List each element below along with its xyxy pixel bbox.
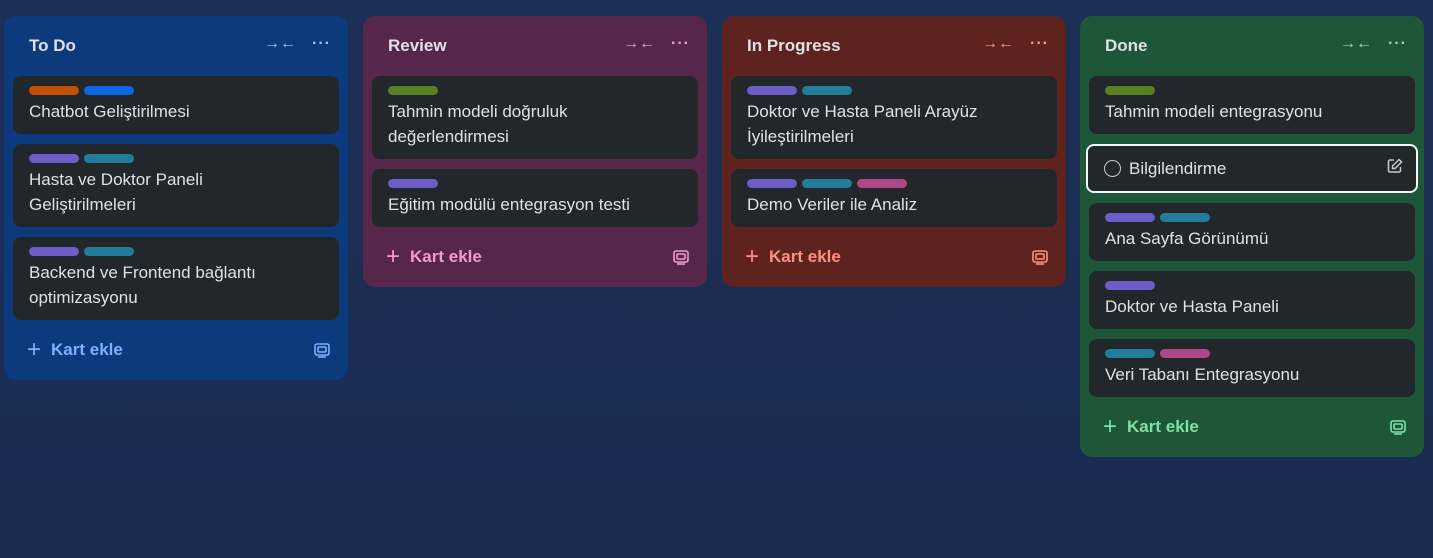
card-title: Ana Sayfa Görünümü bbox=[1105, 229, 1269, 248]
label-purple[interactable] bbox=[29, 247, 79, 256]
plus-icon: + bbox=[745, 243, 760, 270]
card-title: Doktor ve Hasta Paneli Arayüz İyileştiri… bbox=[747, 102, 978, 146]
card[interactable]: Veri Tabanı Entegrasyonu bbox=[1089, 339, 1415, 397]
card-title: Bilgilendirme bbox=[1129, 159, 1227, 178]
card-template-icon[interactable] bbox=[1031, 248, 1049, 266]
list-todo: To Do →← ··· Chatbot Geliştirilmesi Hast… bbox=[4, 16, 348, 380]
card-selected[interactable]: Bilgilendirme bbox=[1086, 144, 1418, 193]
card-template-icon[interactable] bbox=[1389, 418, 1407, 436]
add-card-label: Kart ekle bbox=[410, 247, 482, 266]
card[interactable]: Tahmin modeli doğruluk değerlendirmesi bbox=[372, 76, 698, 159]
card[interactable]: Tahmin modeli entegrasyonu bbox=[1089, 76, 1415, 134]
list-review: Review →← ··· Tahmin modeli doğruluk değ… bbox=[363, 16, 707, 287]
card[interactable]: Demo Veriler ile Analiz bbox=[731, 169, 1057, 227]
list-header[interactable]: To Do →← ··· bbox=[13, 16, 339, 76]
card[interactable]: Eğitim modülü entegrasyon testi bbox=[372, 169, 698, 227]
add-card-button[interactable]: + Kart ekle bbox=[27, 338, 123, 362]
card[interactable]: Ana Sayfa Görünümü bbox=[1089, 203, 1415, 261]
label-magenta[interactable] bbox=[857, 179, 907, 188]
label-teal[interactable] bbox=[1160, 213, 1210, 222]
label-teal[interactable] bbox=[1105, 349, 1155, 358]
list-title[interactable]: Review bbox=[388, 36, 447, 56]
list-menu-icon[interactable]: ··· bbox=[671, 36, 690, 52]
label-purple[interactable] bbox=[1105, 213, 1155, 222]
list-in-progress: In Progress →← ··· Doktor ve Hasta Panel… bbox=[722, 16, 1066, 287]
list-done: Done →← ··· Tahmin modeli entegrasyonu B… bbox=[1080, 16, 1424, 457]
label-purple[interactable] bbox=[29, 154, 79, 163]
plus-icon: + bbox=[1103, 413, 1118, 440]
label-purple[interactable] bbox=[1105, 281, 1155, 290]
label-teal[interactable] bbox=[802, 86, 852, 95]
card[interactable]: Hasta ve Doktor Paneli Geliştirilmeleri bbox=[13, 144, 339, 227]
card-title: Tahmin modeli doğruluk değerlendirmesi bbox=[388, 102, 568, 146]
collapse-list-icon[interactable]: →← bbox=[264, 36, 296, 52]
card-title: Demo Veriler ile Analiz bbox=[747, 195, 918, 214]
label-teal[interactable] bbox=[802, 179, 852, 188]
add-card-label: Kart ekle bbox=[1127, 417, 1199, 436]
card[interactable]: Chatbot Geliştirilmesi bbox=[13, 76, 339, 134]
add-card-button[interactable]: + Kart ekle bbox=[745, 245, 841, 269]
card-template-icon[interactable] bbox=[672, 248, 690, 266]
card-template-icon[interactable] bbox=[313, 341, 331, 359]
list-header[interactable]: Done →← ··· bbox=[1089, 16, 1415, 76]
list-title[interactable]: To Do bbox=[29, 36, 76, 56]
list-title[interactable]: Done bbox=[1105, 36, 1148, 56]
label-purple[interactable] bbox=[388, 179, 438, 188]
label-green[interactable] bbox=[388, 86, 438, 95]
plus-icon: + bbox=[386, 243, 401, 270]
card-title: Veri Tabanı Entegrasyonu bbox=[1105, 365, 1300, 384]
add-card-label: Kart ekle bbox=[51, 340, 123, 359]
list-header[interactable]: In Progress →← ··· bbox=[731, 16, 1057, 76]
add-card-label: Kart ekle bbox=[769, 247, 841, 266]
kanban-board: To Do →← ··· Chatbot Geliştirilmesi Hast… bbox=[0, 0, 1433, 558]
label-purple[interactable] bbox=[747, 179, 797, 188]
label-orange[interactable] bbox=[29, 86, 79, 95]
card-title: Hasta ve Doktor Paneli Geliştirilmeleri bbox=[29, 170, 203, 214]
card[interactable]: Doktor ve Hasta Paneli bbox=[1089, 271, 1415, 329]
label-blue[interactable] bbox=[84, 86, 134, 95]
card-title: Tahmin modeli entegrasyonu bbox=[1105, 102, 1323, 121]
card-title: Doktor ve Hasta Paneli bbox=[1105, 297, 1279, 316]
card-title: Chatbot Geliştirilmesi bbox=[29, 102, 190, 121]
collapse-list-icon[interactable]: →← bbox=[982, 36, 1014, 52]
label-purple[interactable] bbox=[747, 86, 797, 95]
card-title: Backend ve Frontend bağlantı optimizasyo… bbox=[29, 263, 256, 307]
card[interactable]: Doktor ve Hasta Paneli Arayüz İyileştiri… bbox=[731, 76, 1057, 159]
list-menu-icon[interactable]: ··· bbox=[1388, 36, 1407, 52]
complete-checkbox-icon[interactable] bbox=[1104, 160, 1121, 177]
label-magenta[interactable] bbox=[1160, 349, 1210, 358]
label-teal[interactable] bbox=[84, 247, 134, 256]
plus-icon: + bbox=[27, 336, 42, 363]
add-card-button[interactable]: + Kart ekle bbox=[1103, 415, 1199, 439]
list-title[interactable]: In Progress bbox=[747, 36, 841, 56]
label-teal[interactable] bbox=[84, 154, 134, 163]
collapse-list-icon[interactable]: →← bbox=[1340, 36, 1372, 52]
card[interactable]: Backend ve Frontend bağlantı optimizasyo… bbox=[13, 237, 339, 320]
edit-icon[interactable] bbox=[1386, 157, 1404, 175]
collapse-list-icon[interactable]: →← bbox=[623, 36, 655, 52]
list-menu-icon[interactable]: ··· bbox=[1030, 36, 1049, 52]
card-title: Eğitim modülü entegrasyon testi bbox=[388, 195, 630, 214]
label-green[interactable] bbox=[1105, 86, 1155, 95]
list-header[interactable]: Review →← ··· bbox=[372, 16, 698, 76]
list-menu-icon[interactable]: ··· bbox=[312, 36, 331, 52]
add-card-button[interactable]: + Kart ekle bbox=[386, 245, 482, 269]
